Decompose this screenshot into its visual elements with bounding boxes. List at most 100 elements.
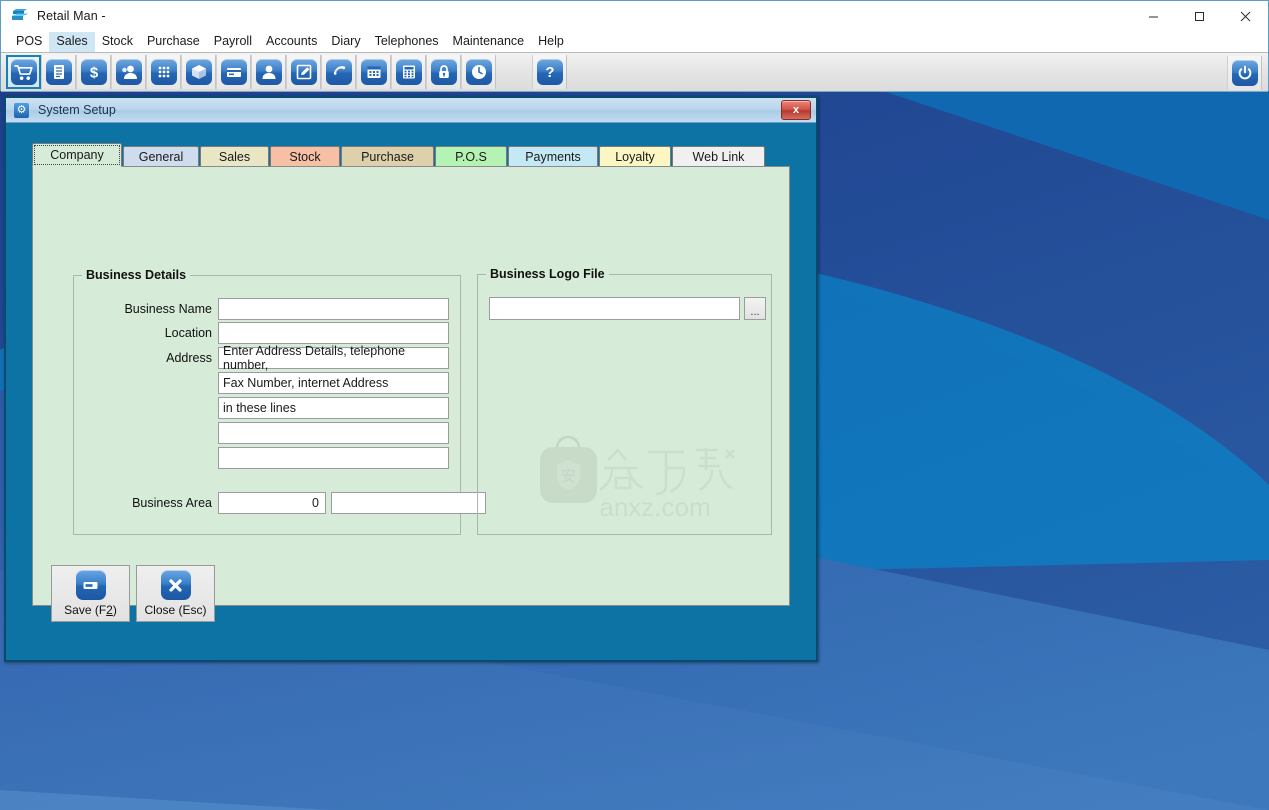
address-line-4-input[interactable] — [218, 422, 449, 444]
logo-path-input[interactable] — [489, 297, 740, 320]
business-logo-legend: Business Logo File — [486, 267, 609, 281]
tab-pos[interactable]: P.O.S — [435, 146, 507, 167]
window-titlebar: Retail Man - — [1, 1, 1268, 31]
question-mark-icon: ? — [536, 59, 563, 85]
toolbar-button-power[interactable] — [1227, 56, 1262, 90]
power-icon — [1231, 60, 1258, 86]
toolbar-button-clock[interactable] — [461, 55, 496, 89]
menu-item-stock[interactable]: Stock — [95, 32, 140, 52]
main-window: Retail Man - POS Sales Stock Purchase Pa… — [0, 0, 1269, 92]
business-logo-group: Business Logo File ... 安 anxz.com — [477, 267, 772, 535]
calendar-icon — [360, 59, 387, 85]
tab-panel-company: Business Details Business Name Location … — [32, 166, 790, 622]
menu-item-help[interactable]: Help — [531, 32, 571, 52]
business-area-label: Business Area — [132, 496, 212, 510]
menu-item-maintenance[interactable]: Maintenance — [446, 32, 532, 52]
menu-bar: POS Sales Stock Purchase Payroll Account… — [1, 31, 1268, 52]
window-controls — [1130, 1, 1268, 31]
anxz-watermark: 安 anxz.com — [530, 420, 760, 522]
menu-item-sales[interactable]: Sales — [49, 31, 95, 52]
toolbar-button-user[interactable] — [251, 55, 286, 89]
tab-general[interactable]: General — [123, 146, 199, 167]
toolbar-button-calculator[interactable] — [391, 55, 426, 89]
dialog-action-buttons: Save (F2) Close (Esc) — [51, 565, 221, 622]
edit-pencil-icon — [290, 59, 317, 85]
toolbar-button-security[interactable] — [426, 55, 461, 89]
close-button[interactable]: Close (Esc) — [136, 565, 215, 622]
credit-card-icon — [220, 59, 247, 85]
address-line-5-input[interactable] — [218, 447, 449, 469]
menu-item-accounts[interactable]: Accounts — [259, 32, 324, 52]
user-profile-icon — [255, 59, 282, 85]
business-area-value-input[interactable]: 0 — [218, 492, 326, 514]
logo-browse-button[interactable]: ... — [744, 297, 766, 320]
toolbar-button-invoice[interactable] — [41, 55, 76, 89]
toolbar-button-cash[interactable]: $ — [76, 55, 111, 89]
address-line-1-input[interactable]: Enter Address Details, telephone number, — [218, 344, 449, 372]
menu-item-diary[interactable]: Diary — [324, 32, 367, 52]
menu-item-purchase[interactable]: Purchase — [140, 32, 207, 52]
tab-stock[interactable]: Stock — [270, 146, 340, 167]
toolbar-button-stock[interactable] — [181, 55, 216, 89]
toolbar-button-calendar[interactable] — [356, 55, 391, 89]
menu-item-payroll[interactable]: Payroll — [207, 32, 259, 52]
gear-icon: ⚙ — [14, 102, 29, 118]
business-details-legend: Business Details — [82, 268, 191, 282]
watermark-text: anxz.com — [599, 492, 710, 520]
tab-sales[interactable]: Sales — [200, 146, 269, 167]
toolbar-button-telephone[interactable] — [321, 55, 356, 89]
svg-text:安: 安 — [561, 467, 576, 485]
save-icon — [75, 570, 106, 600]
minimize-button[interactable] — [1130, 1, 1176, 31]
save-button-label: Save (F2) — [64, 603, 117, 617]
dialog-titlebar: ⚙ System Setup x — [6, 98, 816, 123]
dollar-sign-icon: $ — [80, 59, 107, 85]
dialog-close-button[interactable]: x — [781, 100, 811, 120]
window-title: Retail Man - — [37, 9, 106, 23]
business-area-name-input[interactable] — [331, 492, 486, 514]
tab-payments[interactable]: Payments — [508, 146, 598, 167]
dialog-title: System Setup — [38, 103, 116, 117]
shopping-cart-icon — [10, 59, 37, 85]
customer-person-icon — [115, 59, 142, 85]
package-box-icon — [185, 59, 212, 85]
save-button[interactable]: Save (F2) — [51, 565, 130, 622]
toolbar-button-grid[interactable] — [146, 55, 181, 89]
tab-loyalty[interactable]: Loyalty — [599, 146, 671, 167]
lock-icon — [430, 59, 457, 85]
telephone-icon — [325, 59, 352, 85]
close-button-label: Close (Esc) — [144, 603, 207, 617]
address-line-3-input[interactable]: in these lines — [218, 397, 449, 419]
maximize-button[interactable] — [1176, 1, 1222, 31]
svg-text:$: $ — [89, 65, 98, 82]
toolbar-button-shopping-cart[interactable] — [6, 55, 41, 89]
toolbar-button-payments[interactable] — [216, 55, 251, 89]
tab-purchase[interactable]: Purchase — [341, 146, 434, 167]
address-line-2-input[interactable]: Fax Number, internet Address — [218, 372, 449, 394]
invoice-document-icon — [45, 59, 72, 85]
tab-weblink[interactable]: Web Link — [672, 146, 765, 167]
system-setup-dialog: ⚙ System Setup x Company General Sales S… — [4, 96, 818, 662]
business-details-group: Business Details Business Name Location … — [73, 268, 486, 535]
settings-tab-area: Company General Sales Stock Purchase P.O… — [32, 143, 790, 622]
business-name-input[interactable] — [218, 298, 449, 320]
calculator-icon — [395, 59, 422, 85]
menu-item-telephones[interactable]: Telephones — [368, 32, 446, 52]
close-window-button[interactable] — [1222, 1, 1268, 31]
clock-icon — [465, 59, 492, 85]
toolbar-button-edit[interactable] — [286, 55, 321, 89]
main-toolbar: $ ? — [1, 52, 1268, 92]
close-x-icon — [160, 570, 191, 600]
location-input[interactable] — [218, 322, 449, 344]
menu-item-pos[interactable]: POS — [9, 32, 49, 52]
settings-tabstrip: Company General Sales Stock Purchase P.O… — [32, 143, 790, 167]
grid-dots-icon — [150, 59, 177, 85]
power-button-frame[interactable] — [1227, 56, 1262, 90]
svg-text:?: ? — [545, 64, 554, 81]
retail-man-logo-icon — [11, 8, 29, 24]
toolbar-button-customer[interactable] — [111, 55, 146, 89]
address-label: Address — [166, 351, 212, 365]
screen-root: Retail Man - POS Sales Stock Purchase Pa… — [0, 0, 1269, 810]
toolbar-button-help[interactable]: ? — [532, 55, 567, 89]
tab-company[interactable]: Company — [32, 143, 122, 167]
